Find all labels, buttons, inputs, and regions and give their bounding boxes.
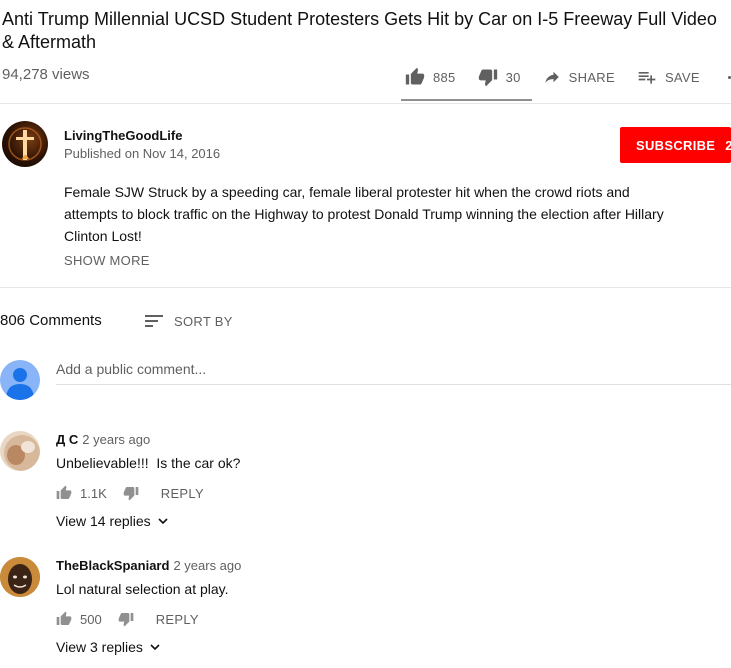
comment-dislike-button[interactable]	[118, 611, 134, 627]
author-photo-icon	[0, 557, 40, 597]
sort-icon	[145, 315, 163, 327]
user-avatar	[0, 360, 40, 400]
view-replies-button[interactable]: View 14 replies	[56, 513, 169, 529]
view-count: 94,278 views	[2, 66, 90, 83]
comment-header: Д С 2 years ago	[56, 432, 150, 447]
video-actions: 885 30 SHARE SAVE	[405, 67, 722, 87]
chevron-down-icon	[158, 518, 168, 525]
dislike-button[interactable]: 30	[478, 67, 521, 87]
more-actions-icon[interactable]	[725, 73, 731, 83]
comment-dislike-button[interactable]	[123, 485, 139, 501]
comment-text: Unbelievable!!! Is the car ok?	[56, 455, 241, 471]
comments-count: 806 Comments	[0, 312, 102, 329]
thumbs-down-icon	[478, 69, 497, 87]
subscriber-count: 22	[725, 137, 731, 153]
comment-author[interactable]: TheBlackSpaniard	[56, 558, 169, 573]
author-photo-icon	[4, 435, 40, 471]
comment-like-button[interactable]	[56, 485, 72, 501]
share-label: SHARE	[568, 69, 615, 85]
comment-text: Lol natural selection at play.	[56, 581, 229, 597]
playlist-add-icon	[638, 72, 656, 84]
share-arrow-icon	[544, 71, 559, 83]
sentiment-bar	[401, 99, 532, 101]
save-label: SAVE	[664, 69, 700, 85]
subscribe-button[interactable]: SUBSCRIBE 22	[620, 127, 731, 163]
chevron-down-icon	[150, 644, 160, 651]
video-title: Anti Trump Millennial UCSD Student Prote…	[2, 9, 717, 52]
comment-like-count: 1.1K	[80, 485, 107, 501]
view-replies-label: View 14 replies	[56, 513, 151, 529]
channel-avatar[interactable]	[2, 121, 48, 167]
like-count: 885	[433, 69, 456, 85]
channel-name[interactable]: LivingTheGoodLife	[64, 128, 182, 143]
comment-time[interactable]: 2 years ago	[173, 558, 241, 573]
view-replies-button[interactable]: View 3 replies	[56, 639, 161, 655]
comment-like-count: 500	[80, 611, 102, 627]
divider-top	[0, 103, 731, 104]
channel-logo-icon	[8, 127, 42, 161]
show-more-button[interactable]: SHOW MORE	[64, 253, 150, 268]
thumbs-up-icon	[56, 611, 72, 625]
thumbs-up-icon	[56, 485, 72, 499]
reply-button[interactable]: REPLY	[161, 486, 204, 501]
comment-actions: 500 REPLY	[56, 611, 199, 627]
add-comment-underline	[56, 384, 731, 385]
subscribe-label: SUBSCRIBE	[636, 137, 716, 153]
divider-comments	[0, 287, 731, 288]
sort-label: SORT BY	[174, 313, 233, 329]
thumbs-down-icon	[118, 613, 134, 627]
reply-button[interactable]: REPLY	[156, 612, 199, 627]
comment-author[interactable]: Д С	[56, 432, 78, 447]
video-description: Female SJW Struck by a speeding car, fem…	[64, 184, 664, 244]
like-button[interactable]: 885	[405, 67, 456, 87]
default-user-icon	[6, 368, 34, 400]
thumbs-down-icon	[123, 487, 139, 501]
comment-author-avatar[interactable]	[0, 431, 40, 471]
comment-author-avatar[interactable]	[0, 557, 40, 597]
dislike-count: 30	[505, 69, 521, 85]
add-comment-input[interactable]: Add a public comment...	[56, 361, 731, 377]
comment-header: TheBlackSpaniard 2 years ago	[56, 558, 241, 573]
sort-by-button[interactable]: SORT BY	[144, 313, 233, 329]
comment-actions: 1.1K REPLY	[56, 485, 204, 501]
comment-like-button[interactable]	[56, 611, 72, 627]
view-replies-label: View 3 replies	[56, 639, 143, 655]
save-button[interactable]: SAVE	[637, 67, 700, 87]
share-button[interactable]: SHARE	[543, 68, 615, 86]
publish-date: Published on Nov 14, 2016	[64, 146, 221, 161]
comment-time[interactable]: 2 years ago	[82, 432, 150, 447]
thumbs-up-icon	[405, 67, 425, 85]
